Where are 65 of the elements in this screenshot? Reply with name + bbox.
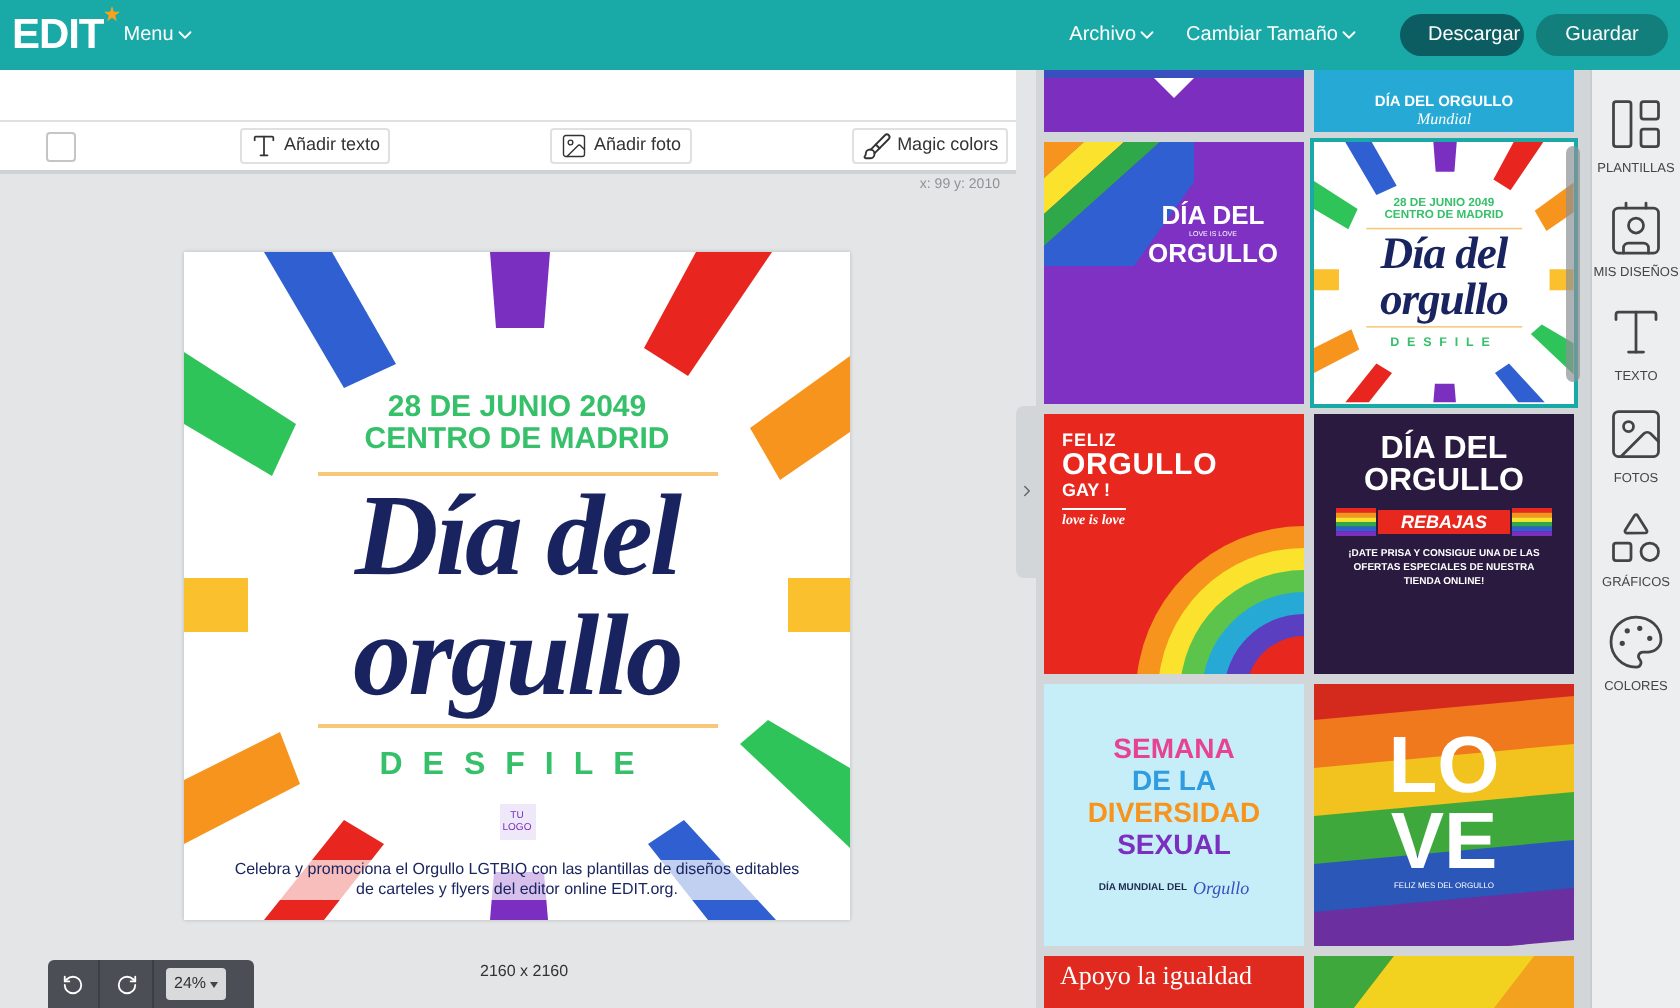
color-bar bbox=[184, 352, 296, 476]
date-text: 28 DE JUNIO 2049 bbox=[387, 392, 647, 424]
color-bar bbox=[1314, 329, 1360, 373]
canvas-size-text: 2160 x 2160 bbox=[480, 960, 569, 984]
rainbow-flag-icon bbox=[1511, 508, 1551, 536]
place-text: CENTRO DE MADRID bbox=[364, 424, 670, 456]
collapse-handle[interactable] bbox=[1016, 405, 1036, 577]
header-button[interactable]: Guardar bbox=[1536, 14, 1668, 56]
color-bar bbox=[1493, 142, 1544, 191]
template-text: Apoyo la igualdad bbox=[1060, 960, 1255, 992]
template-text: FELIZ bbox=[1062, 430, 1119, 450]
color-bar bbox=[184, 578, 248, 632]
template-text: LO bbox=[1388, 728, 1500, 804]
template-text: DÍA DEL bbox=[1161, 202, 1265, 230]
template-text: Mundial bbox=[1416, 110, 1472, 128]
template-text: DIVERSIDAD bbox=[1087, 796, 1261, 828]
template-thumbnail[interactable] bbox=[1044, 70, 1304, 132]
tool-button[interactable]: Magic colors bbox=[851, 128, 1009, 164]
image-icon bbox=[560, 132, 589, 160]
color-bar bbox=[1433, 383, 1456, 403]
template-text: ORGULLO bbox=[1364, 466, 1524, 498]
brush-icon bbox=[861, 131, 892, 161]
title-text: orgullo bbox=[1379, 276, 1508, 323]
text-icon bbox=[250, 132, 278, 160]
color-bar bbox=[1345, 363, 1392, 403]
zoom-dropdown[interactable]: 24% bbox=[166, 968, 227, 1000]
template-text: DE LA bbox=[1132, 764, 1216, 796]
template-text: REBAJAS bbox=[1378, 510, 1509, 534]
color-bar bbox=[264, 252, 396, 388]
template-text: DÍA DEL bbox=[1380, 434, 1508, 466]
rainbow-flag-icon bbox=[1336, 508, 1377, 536]
template-text: ORGULLO bbox=[1148, 240, 1278, 268]
template-text: GAY ! bbox=[1062, 480, 1113, 502]
contact-card-icon bbox=[1606, 197, 1666, 258]
color-bar bbox=[644, 252, 772, 376]
title-text: orgullo bbox=[353, 596, 681, 716]
title-text: Día del bbox=[1380, 229, 1508, 277]
header-button[interactable]: Descargar bbox=[1400, 14, 1524, 56]
color-bar bbox=[490, 252, 550, 328]
color-bar bbox=[1494, 363, 1545, 403]
color-bar bbox=[788, 578, 850, 632]
palette-icon bbox=[1605, 611, 1666, 672]
color-bar bbox=[184, 732, 300, 844]
title-text: Día del bbox=[354, 476, 680, 596]
subtitle-text: DESFILE bbox=[379, 748, 655, 784]
color-bar bbox=[750, 356, 850, 480]
color-bar bbox=[1314, 181, 1358, 230]
scrollbar[interactable] bbox=[1566, 146, 1580, 382]
star-icon bbox=[103, 5, 120, 22]
caret-icon bbox=[210, 981, 219, 987]
template-text: SEXUAL bbox=[1117, 828, 1231, 860]
redo-icon bbox=[115, 973, 137, 995]
template-thumbnail[interactable] bbox=[1314, 956, 1574, 1008]
color-bar bbox=[1314, 269, 1339, 291]
undo-icon bbox=[62, 973, 84, 995]
template-text: SEMANA bbox=[1113, 732, 1235, 764]
template-text: ORGULLO bbox=[1062, 450, 1218, 480]
checkbox[interactable] bbox=[46, 131, 76, 161]
template-text: Orgullo bbox=[1193, 876, 1250, 902]
tool-button[interactable]: Añadir foto bbox=[550, 128, 692, 164]
tool-button[interactable]: Añadir texto bbox=[240, 128, 391, 164]
color-bar bbox=[1345, 142, 1397, 196]
color-bar bbox=[740, 720, 850, 848]
template-thumbnail[interactable]: Apoyo la igualdad bbox=[1044, 956, 1304, 1008]
color-bar bbox=[1433, 142, 1457, 172]
